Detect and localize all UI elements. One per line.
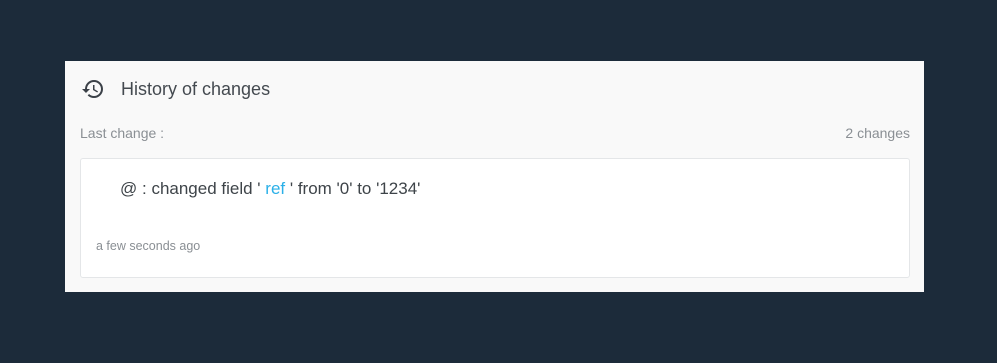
field-name: ref xyxy=(265,179,286,198)
meta-row: Last change : 2 changes xyxy=(80,125,910,141)
change-description: @ : changed field ' ref ' from '0' to '1… xyxy=(120,179,420,199)
change-timestamp: a few seconds ago xyxy=(96,239,201,253)
separator: : xyxy=(137,179,152,198)
panel-header: History of changes xyxy=(81,77,270,101)
last-change-label: Last change : xyxy=(80,125,165,141)
action-text: changed field ' xyxy=(151,179,266,198)
user-mention: @ xyxy=(120,179,138,198)
history-icon xyxy=(81,77,105,101)
history-panel: History of changes Last change : 2 chang… xyxy=(65,61,924,292)
change-card: @ : changed field ' ref ' from '0' to '1… xyxy=(80,158,910,278)
from-to-text: ' from '0' to '1234' xyxy=(285,179,421,198)
panel-title: History of changes xyxy=(121,78,271,99)
changes-count: 2 changes xyxy=(845,125,910,141)
